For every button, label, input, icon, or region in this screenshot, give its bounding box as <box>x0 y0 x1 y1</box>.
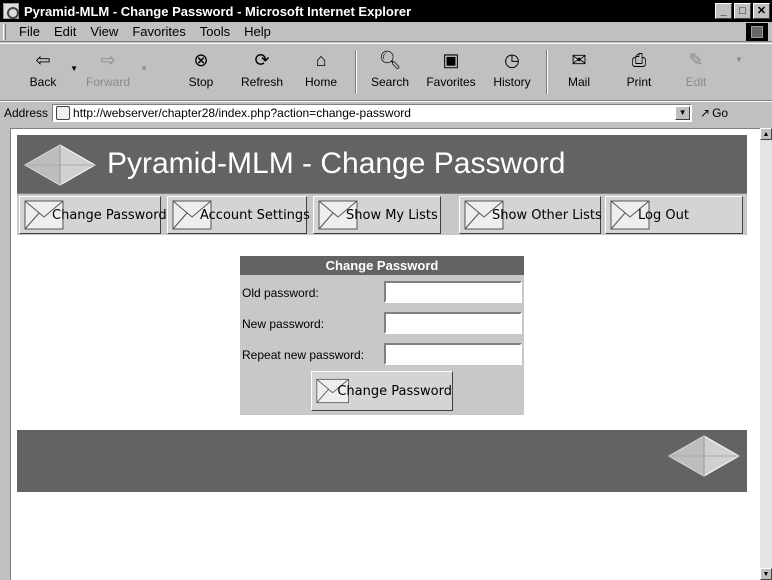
address-label: Address <box>4 105 49 120</box>
nav-label: Show My Lists <box>346 207 438 223</box>
refresh-button[interactable]: ⟳ Refresh <box>234 48 290 98</box>
nav-account-settings[interactable]: Account Settings <box>167 196 310 234</box>
menu-grip <box>3 23 6 40</box>
home-label: Home <box>304 75 337 89</box>
page-header: Pyramid-MLM - Change Password Change Pas… <box>17 135 747 235</box>
back-dropdown-icon[interactable]: ▼ <box>70 64 78 73</box>
scroll-down-icon[interactable]: ▼ <box>760 568 772 580</box>
menu-view[interactable]: View <box>83 24 125 39</box>
print-label: Print <box>626 75 652 89</box>
history-label: History <box>493 75 531 89</box>
nav-log-out[interactable]: Log Out <box>605 196 743 234</box>
menu-tools[interactable]: Tools <box>193 24 237 39</box>
print-button[interactable]: ⎙ Print <box>616 48 662 98</box>
repeat-password-label: Repeat new password: <box>242 348 365 362</box>
home-button[interactable]: ⌂ Home <box>298 48 344 98</box>
page-title: Pyramid-MLM - Change Password <box>107 147 566 180</box>
nav-show-other-lists[interactable]: Show Other Lists <box>459 196 602 234</box>
go-arrow-icon: ↗ <box>700 105 711 120</box>
stop-icon: ⊗ <box>193 50 209 70</box>
mail-button[interactable]: ✉ Mail <box>556 48 602 98</box>
forward-button[interactable]: ⇨ Forward ▼ <box>78 48 148 98</box>
address-url[interactable]: http://webserver/chapter28/index.php?act… <box>73 106 411 120</box>
refresh-icon: ⟳ <box>254 50 270 70</box>
back-label: Back <box>29 75 57 89</box>
forward-dropdown-icon[interactable]: ▼ <box>140 64 148 73</box>
forward-label: Forward <box>85 75 130 89</box>
forward-arrow-icon: ⇨ <box>100 50 116 70</box>
history-icon: ◷ <box>504 50 520 70</box>
home-icon: ⌂ <box>315 50 327 70</box>
pyramid-icon <box>23 144 97 186</box>
mail-icon: ✉ <box>571 50 587 70</box>
toolbar-separator <box>355 50 357 94</box>
nav-label: Show Other Lists <box>492 207 602 223</box>
print-icon: ⎙ <box>631 50 647 70</box>
toolbar-separator <box>546 50 548 94</box>
vertical-scrollbar[interactable]: ▲ ▼ <box>760 128 772 580</box>
stop-button[interactable]: ⊗ Stop <box>178 48 224 98</box>
back-arrow-icon: ⇦ <box>35 50 51 70</box>
toolbar-more-dropdown-icon[interactable]: ▼ <box>732 48 746 98</box>
change-password-form: Change Password Old password: New passwo… <box>240 256 524 415</box>
search-button[interactable]: 🔍︎ Search <box>364 48 416 98</box>
nav-change-password[interactable]: Change Password <box>19 196 167 234</box>
change-password-button[interactable]: Change Password <box>311 371 453 411</box>
favorites-button[interactable]: ▣ Favorites <box>420 48 482 98</box>
toolbar: ⇦ Back ▼ ⇨ Forward ▼ ⊗ Stop ⟳ Refresh ⌂ … <box>0 43 772 101</box>
repeat-password-field[interactable] <box>384 343 522 365</box>
address-dropdown-icon[interactable]: ▼ <box>675 105 691 120</box>
go-label: Go <box>712 105 729 120</box>
minimize-button[interactable]: _ <box>715 3 732 19</box>
window-title: Pyramid-MLM - Change Password - Microsof… <box>24 3 412 19</box>
go-button[interactable]: ↗ Go <box>700 106 728 120</box>
address-bar: Address http://webserver/chapter28/index… <box>0 101 772 123</box>
page-viewport: Pyramid-MLM - Change Password Change Pas… <box>10 128 760 580</box>
address-input[interactable]: http://webserver/chapter28/index.php?act… <box>52 103 693 122</box>
stop-label: Stop <box>188 75 214 89</box>
menu-help[interactable]: Help <box>237 24 278 39</box>
mail-label: Mail <box>567 75 590 89</box>
ie-icon <box>3 3 19 19</box>
menu-file[interactable]: File <box>12 24 47 39</box>
menu-favorites[interactable]: Favorites <box>125 24 192 39</box>
pyramid-icon <box>667 435 741 477</box>
edit-icon: ✎ <box>688 50 704 70</box>
close-button[interactable]: ✕ <box>753 3 770 19</box>
nav-label: Account Settings <box>200 207 310 223</box>
nav-label: Change Password <box>52 207 167 223</box>
menu-edit[interactable]: Edit <box>47 24 83 39</box>
old-password-field[interactable] <box>384 281 522 303</box>
nav-bar: Change Password Account Settings Show My… <box>17 193 747 235</box>
favorites-icon: ▣ <box>442 50 460 70</box>
new-password-label: New password: <box>242 317 325 331</box>
nav-label: Log Out <box>638 207 689 223</box>
chevron-down-icon: ▼ <box>735 55 743 64</box>
scroll-up-icon[interactable]: ▲ <box>760 128 772 140</box>
new-password-field[interactable] <box>384 312 522 334</box>
nav-show-my-lists[interactable]: Show My Lists <box>313 196 441 234</box>
edit-button[interactable]: ✎ Edit <box>676 48 716 98</box>
window-titlebar: Pyramid-MLM - Change Password - Microsof… <box>0 0 772 22</box>
menu-bar: File Edit View Favorites Tools Help <box>0 22 772 42</box>
maximize-button[interactable]: □ <box>734 3 751 19</box>
form-title: Change Password <box>240 256 524 275</box>
page-icon <box>56 105 71 120</box>
submit-label: Change Password <box>337 383 452 399</box>
back-button[interactable]: ⇦ Back ▼ <box>18 48 78 98</box>
refresh-label: Refresh <box>240 75 284 89</box>
page-footer <box>17 430 747 492</box>
history-button[interactable]: ◷ History <box>486 48 538 98</box>
edit-label: Edit <box>685 75 707 89</box>
search-label: Search <box>370 75 410 89</box>
windows-logo-icon <box>746 23 768 41</box>
old-password-label: Old password: <box>242 286 319 300</box>
search-icon: 🔍︎ <box>378 50 402 70</box>
favorites-label: Favorites <box>426 75 476 89</box>
